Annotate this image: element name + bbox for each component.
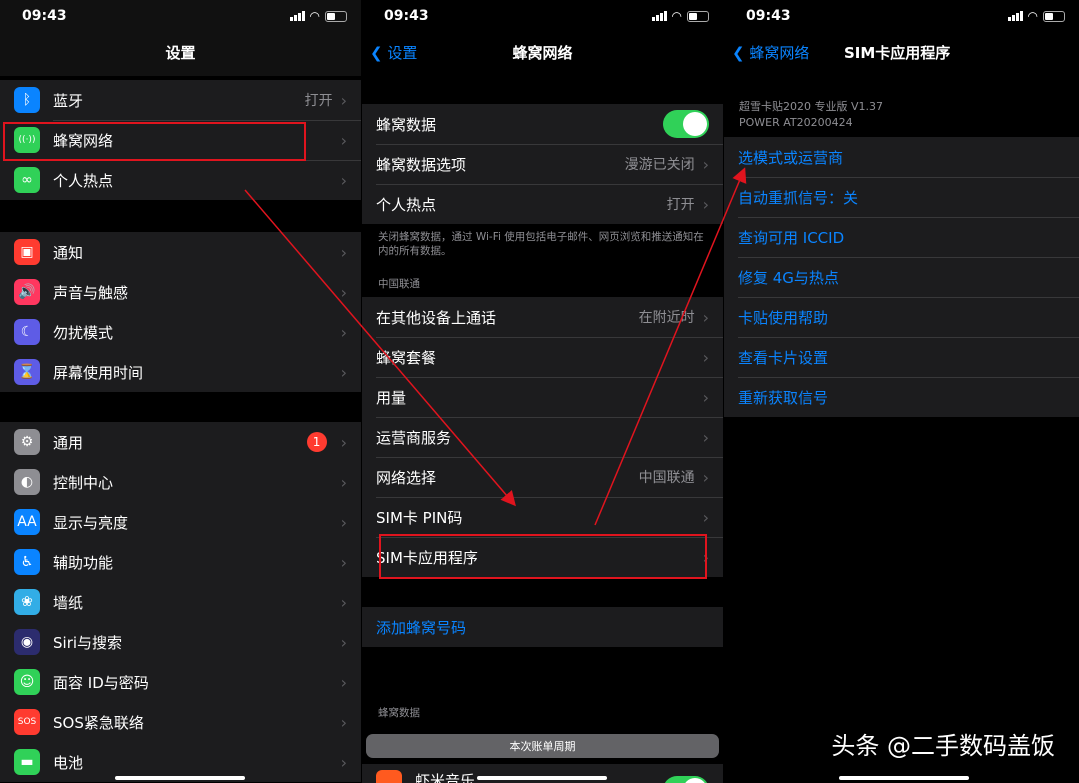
highlight-box-cellular: [4, 123, 305, 160]
arrow-1: [245, 190, 514, 504]
annotation-overlay: [0, 0, 1079, 783]
arrow-2: [595, 170, 744, 525]
highlight-box-sim-app: [380, 535, 706, 578]
